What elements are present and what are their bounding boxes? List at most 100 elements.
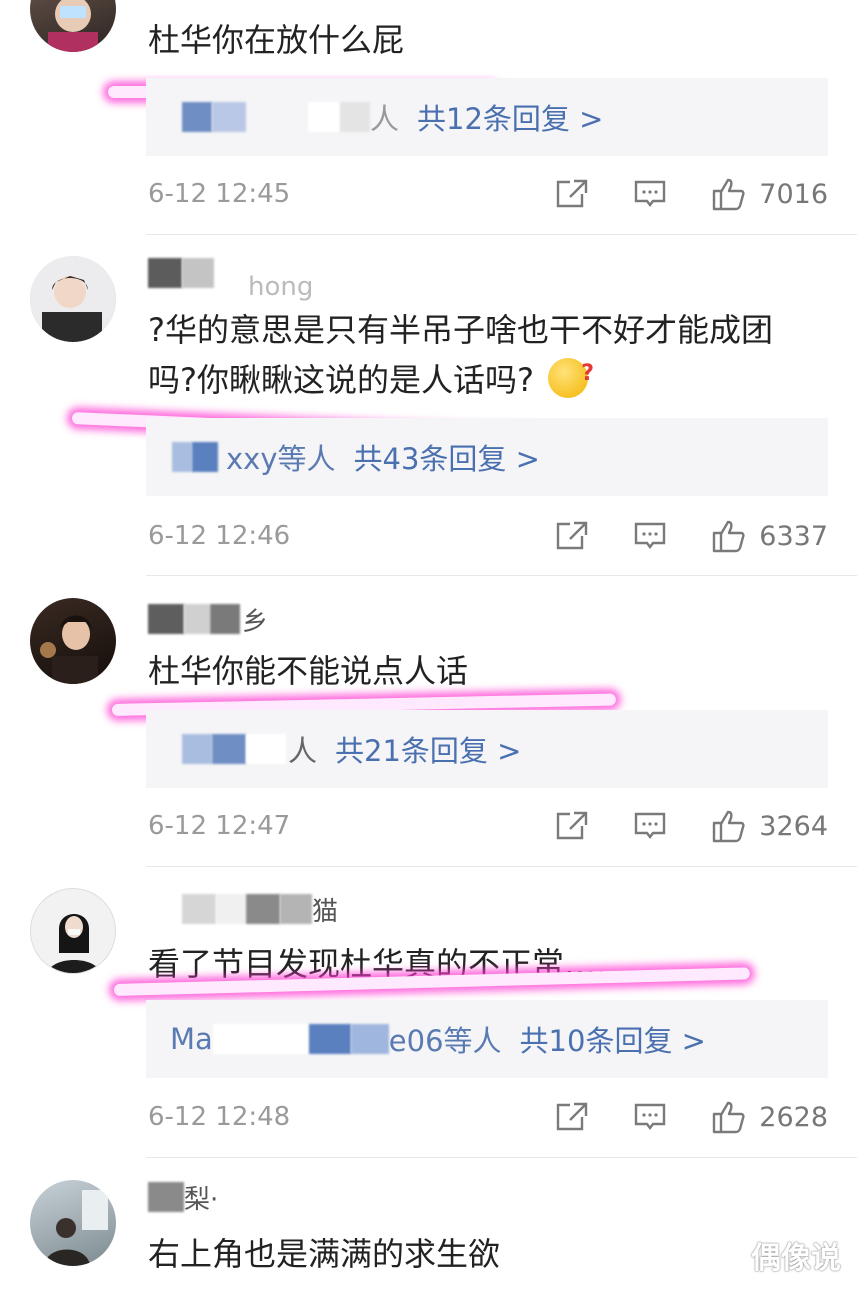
reply-count-link[interactable]: 共12条回复 > [417, 96, 603, 138]
comment-button[interactable] [633, 1101, 667, 1133]
username[interactable]: 猫 [148, 892, 339, 927]
comment-button[interactable] [633, 520, 667, 552]
blurred-name [212, 734, 246, 764]
reply-names: Ma e06等人 [170, 1018, 502, 1060]
like-button[interactable]: 2628 [711, 1100, 828, 1134]
avatar[interactable] [30, 0, 116, 52]
thumbs-up-icon [713, 1101, 745, 1134]
username[interactable]: 乡 [148, 602, 269, 637]
reply-names: xxy等人 [172, 436, 336, 478]
blurred-name [182, 102, 212, 132]
username-partial: 梨· [184, 1184, 219, 1215]
divider [146, 1157, 857, 1158]
blurred-name [246, 734, 286, 764]
username[interactable]: 梨· [148, 1180, 219, 1215]
reply-summary[interactable]: Ma e06等人 共10条回复 > [146, 1000, 828, 1078]
blurred-name [148, 1182, 184, 1212]
share-icon [557, 521, 588, 550]
comment-button[interactable] [633, 810, 667, 842]
comment-text: 杜华你在放什么屁 [148, 21, 405, 59]
reply-count-link[interactable]: 共43条回复 > [354, 436, 540, 478]
timestamp: 6-12 12:47 [148, 811, 291, 841]
blurred-name [246, 894, 280, 924]
share-icon [557, 811, 588, 840]
reply-names-suffix: 人 [288, 734, 318, 768]
comment-meta: 6-12 12:47 3264 [148, 806, 828, 846]
avatar[interactable] [30, 888, 116, 974]
thumbs-up-icon [713, 178, 745, 211]
blurred-name [182, 894, 216, 924]
reply-count-link[interactable]: 共10条回复 > [520, 1018, 706, 1060]
like-count: 7016 [759, 178, 828, 210]
comment-icon [635, 180, 666, 207]
blurred-name [182, 258, 214, 288]
comment-meta: 6-12 12:46 6337 [148, 516, 828, 556]
reply-names [182, 734, 286, 764]
share-icon [557, 1102, 588, 1131]
avatar[interactable] [30, 1180, 116, 1266]
like-count: 6337 [759, 520, 828, 552]
share-button[interactable] [555, 178, 589, 210]
username-partial: hong [248, 272, 314, 302]
like-button[interactable]: 7016 [711, 177, 828, 211]
avatar[interactable] [30, 598, 116, 684]
timestamp: 6-12 12:48 [148, 1102, 291, 1132]
blurred-name [172, 442, 192, 472]
username-partial: 猫 [312, 896, 339, 927]
reply-count-link[interactable]: 共21条回复 > [335, 728, 521, 770]
reply-names-prefix: Ma [170, 1022, 213, 1056]
like-count: 3264 [759, 810, 828, 842]
blurred-name [192, 442, 218, 472]
timestamp: 6-12 12:46 [148, 521, 291, 551]
timestamp: 6-12 12:45 [148, 179, 291, 209]
comment-text-line: ?华的意思是只有半吊子啥也干不好才能成团 [148, 311, 773, 349]
comment-text-content: 吗?你瞅瞅这说的是人话吗? [148, 361, 534, 399]
reply-names [182, 102, 370, 132]
share-button[interactable] [555, 810, 589, 842]
comment-icon [635, 522, 666, 549]
comment-text: 杜华你能不能说点人话 [148, 652, 469, 690]
avatar[interactable] [30, 256, 116, 342]
blurred-name [212, 1024, 309, 1054]
blurred-name [210, 604, 240, 634]
divider [146, 575, 857, 576]
blurred-name [216, 894, 246, 924]
comment-meta: 6-12 12:48 2628 [148, 1097, 828, 1137]
username[interactable]: hong [148, 256, 313, 302]
blurred-name [212, 102, 246, 132]
blurred-name [148, 604, 184, 634]
blurred-name [184, 604, 210, 634]
blurred-name [350, 1024, 389, 1054]
blurred-name [308, 102, 340, 132]
blurred-name [308, 1024, 351, 1054]
reply-summary[interactable]: 人 共12条回复 > [146, 78, 828, 156]
thumbs-up-icon [713, 810, 745, 843]
like-button[interactable]: 3264 [711, 809, 828, 843]
reply-names-suffix: 人 [370, 102, 400, 136]
reply-summary[interactable]: 人 共21条回复 > [146, 710, 828, 788]
divider [146, 866, 857, 867]
blurred-name [148, 894, 182, 924]
thinking-face-emoji-icon [547, 348, 594, 400]
comment-text-line-2: 吗?你瞅瞅这说的是人话吗? [148, 348, 594, 406]
reply-summary[interactable]: xxy等人 共43条回复 > [146, 418, 828, 496]
blurred-name [182, 734, 212, 764]
blurred-name [340, 102, 370, 132]
share-button[interactable] [555, 1101, 589, 1133]
comment-text: 右上角也是满满的求生欲 [148, 1235, 501, 1273]
divider [146, 234, 857, 235]
comment-button[interactable] [633, 178, 667, 210]
comment-icon [635, 1103, 666, 1130]
share-icon [557, 179, 588, 208]
blurred-name [148, 258, 182, 288]
comment-icon [635, 812, 666, 839]
blurred-name [280, 894, 312, 924]
thumbs-up-icon [713, 520, 745, 553]
comment-meta: 6-12 12:45 7016 [148, 174, 828, 214]
like-button[interactable]: 6337 [711, 519, 828, 553]
username-partial: 乡 [242, 606, 269, 637]
like-count: 2628 [759, 1101, 828, 1133]
reply-names-text: xxy等人 [226, 442, 336, 476]
share-button[interactable] [555, 520, 589, 552]
watermark-text: 偶像说 [751, 1241, 841, 1276]
